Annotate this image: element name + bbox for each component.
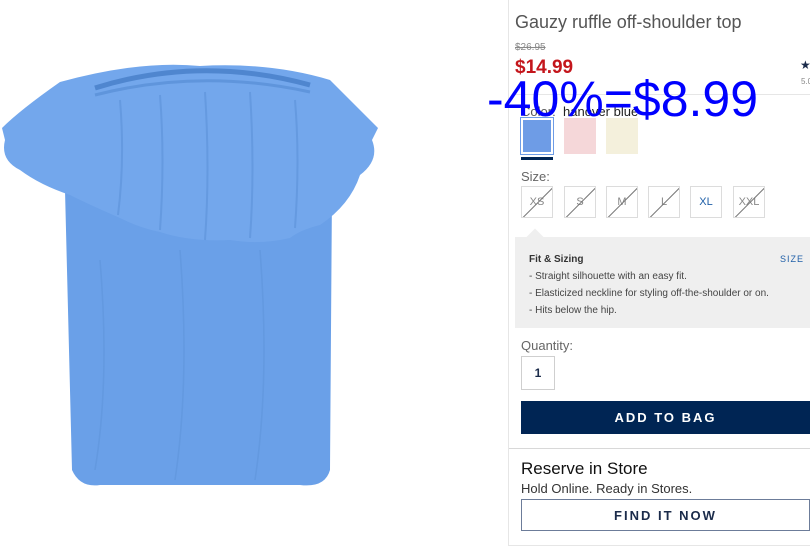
quantity-label: Quantity: [521, 338, 574, 353]
size-label: Size: [521, 169, 550, 184]
size-chart-link[interactable]: SIZE [780, 254, 804, 264]
product-title: Gauzy ruffle off-shoulder top [515, 12, 742, 32]
fit-bullet: - Straight silhouette with an easy fit. [529, 271, 687, 282]
size-option-xs[interactable]: XS [521, 186, 553, 218]
fit-bullet: - Hits below the hip. [529, 305, 617, 316]
add-to-bag-button[interactable]: ADD TO BAG [521, 401, 810, 434]
size-option-xxl[interactable]: XXL [733, 186, 765, 218]
fit-sizing-title: Fit & Sizing [529, 254, 584, 265]
divider [509, 448, 810, 449]
rating-star-icon[interactable]: ★ [800, 58, 810, 72]
size-option-s[interactable]: S [564, 186, 596, 218]
quantity-input[interactable]: 1 [521, 356, 555, 390]
product-image [2, 64, 378, 486]
reserve-in-store-title: Reserve in Store [521, 459, 648, 478]
fit-bullet: - Elasticized neckline for styling off-t… [529, 288, 769, 299]
reserve-in-store-subtitle: Hold Online. Ready in Stores. [521, 481, 693, 496]
selected-swatch-indicator [521, 157, 553, 160]
size-option-l[interactable]: L [648, 186, 680, 218]
original-price: $26.95 [515, 42, 546, 53]
find-it-now-button[interactable]: FIND IT NOW [521, 499, 810, 531]
discount-overlay: -40%=$8.99 [487, 71, 759, 127]
size-option-m[interactable]: M [606, 186, 638, 218]
size-option-xl[interactable]: XL [690, 186, 722, 218]
rating-value: 5.0 [801, 77, 810, 86]
